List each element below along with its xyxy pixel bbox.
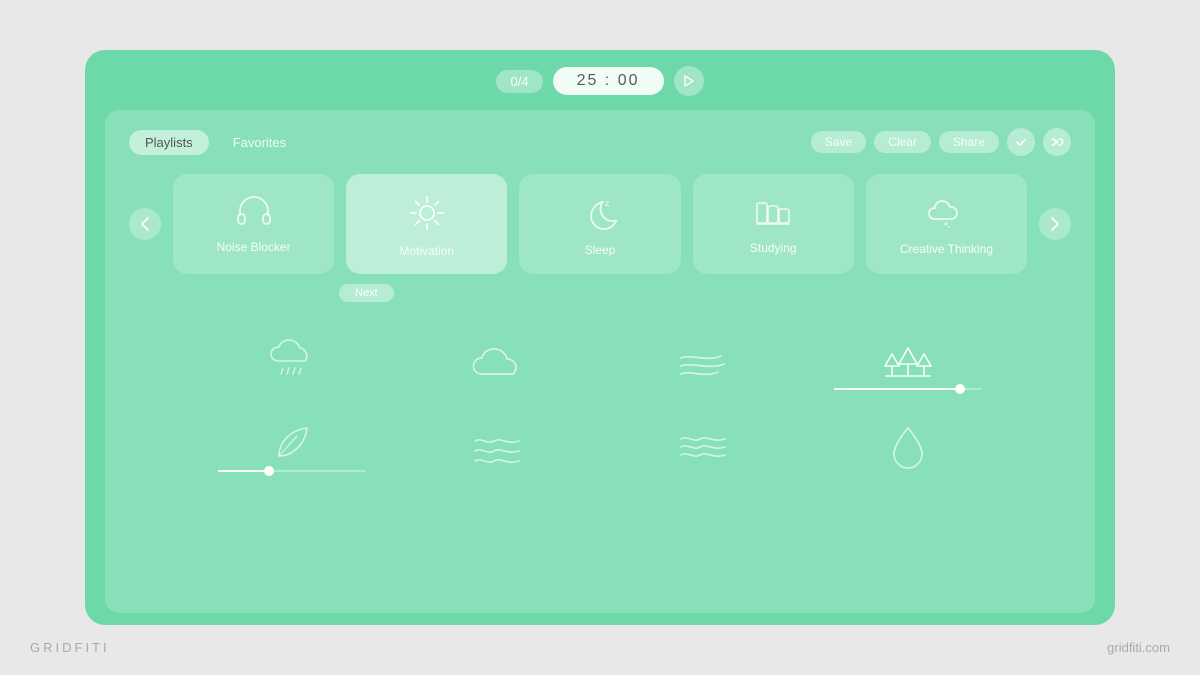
play-button[interactable] — [674, 66, 704, 96]
sound-cloud[interactable] — [395, 326, 601, 402]
leaf-slider-track[interactable] — [218, 470, 366, 472]
card-creative-thinking-label: Creative Thinking — [900, 242, 993, 256]
tabs-right: Save Clear Share — [811, 128, 1071, 156]
main-panel: Playlists Favorites Save Clear Share — [105, 110, 1095, 613]
sound-water[interactable] — [600, 410, 806, 484]
check-icon-button[interactable] — [1007, 128, 1035, 156]
sound-leaf[interactable] — [189, 410, 395, 484]
share-button[interactable]: Share — [939, 131, 999, 153]
card-sleep-label: Sleep — [585, 243, 616, 257]
leaf-icon — [269, 422, 315, 464]
next-pill[interactable]: Next — [339, 284, 394, 302]
next-badge-row: Next — [129, 284, 1071, 302]
tab-favorites[interactable]: Favorites — [217, 130, 302, 155]
brand-right: gridfiti.com — [1107, 640, 1170, 655]
sound-forest[interactable] — [806, 326, 1012, 402]
timer-counter[interactable]: 0/4 — [496, 70, 542, 93]
clear-button[interactable]: Clear — [874, 131, 931, 153]
books-icon — [755, 198, 791, 233]
rain-icon — [267, 341, 317, 387]
card-noise-blocker-label: Noise Blocker — [217, 240, 291, 254]
sun-icon — [409, 195, 445, 236]
card-studying-label: Studying — [750, 241, 797, 255]
water-ripple-icon — [678, 429, 728, 465]
waves-icon — [472, 429, 522, 465]
cards-wrapper: Noise Blocker — [161, 174, 1039, 274]
prev-arrow[interactable] — [129, 208, 161, 240]
cloud-icon — [472, 346, 522, 382]
sounds-row-1 — [129, 326, 1071, 402]
save-button[interactable]: Save — [811, 131, 866, 153]
svg-text:z: z — [605, 198, 610, 208]
card-motivation-label: Motivation — [399, 244, 454, 258]
sound-waves[interactable] — [395, 410, 601, 484]
forest-icon — [882, 338, 934, 382]
sound-rain[interactable] — [189, 326, 395, 402]
sound-drop[interactable] — [806, 410, 1012, 484]
tabs-left: Playlists Favorites — [129, 130, 302, 155]
drop-icon — [890, 424, 926, 470]
wind-icon — [676, 346, 730, 382]
timer-display[interactable]: 25 : 00 — [553, 67, 664, 95]
next-arrow[interactable] — [1039, 208, 1071, 240]
sound-wind[interactable] — [600, 326, 806, 402]
headphones-icon — [236, 199, 272, 232]
card-studying[interactable]: Studying — [693, 174, 854, 274]
shuffle-icon-button[interactable] — [1043, 128, 1071, 156]
tabs-row: Playlists Favorites Save Clear Share — [129, 128, 1071, 156]
cloud-thought-icon — [927, 197, 965, 234]
forest-slider-track[interactable] — [834, 388, 982, 390]
moon-icon: z — [583, 196, 617, 235]
timer-bar: 0/4 25 : 00 — [85, 50, 1115, 110]
playlist-section: Noise Blocker — [129, 174, 1071, 274]
card-sleep[interactable]: z Sleep — [519, 174, 680, 274]
tab-playlists[interactable]: Playlists — [129, 130, 209, 155]
app-container: 0/4 25 : 00 Playlists Favorites Save Cle… — [85, 50, 1115, 625]
card-motivation[interactable]: Motivation — [346, 174, 507, 274]
sounds-row-2 — [129, 410, 1071, 484]
card-noise-blocker[interactable]: Noise Blocker — [173, 174, 334, 274]
card-creative-thinking[interactable]: Creative Thinking — [866, 174, 1027, 274]
brand-left: GRIDFITI — [30, 640, 110, 655]
